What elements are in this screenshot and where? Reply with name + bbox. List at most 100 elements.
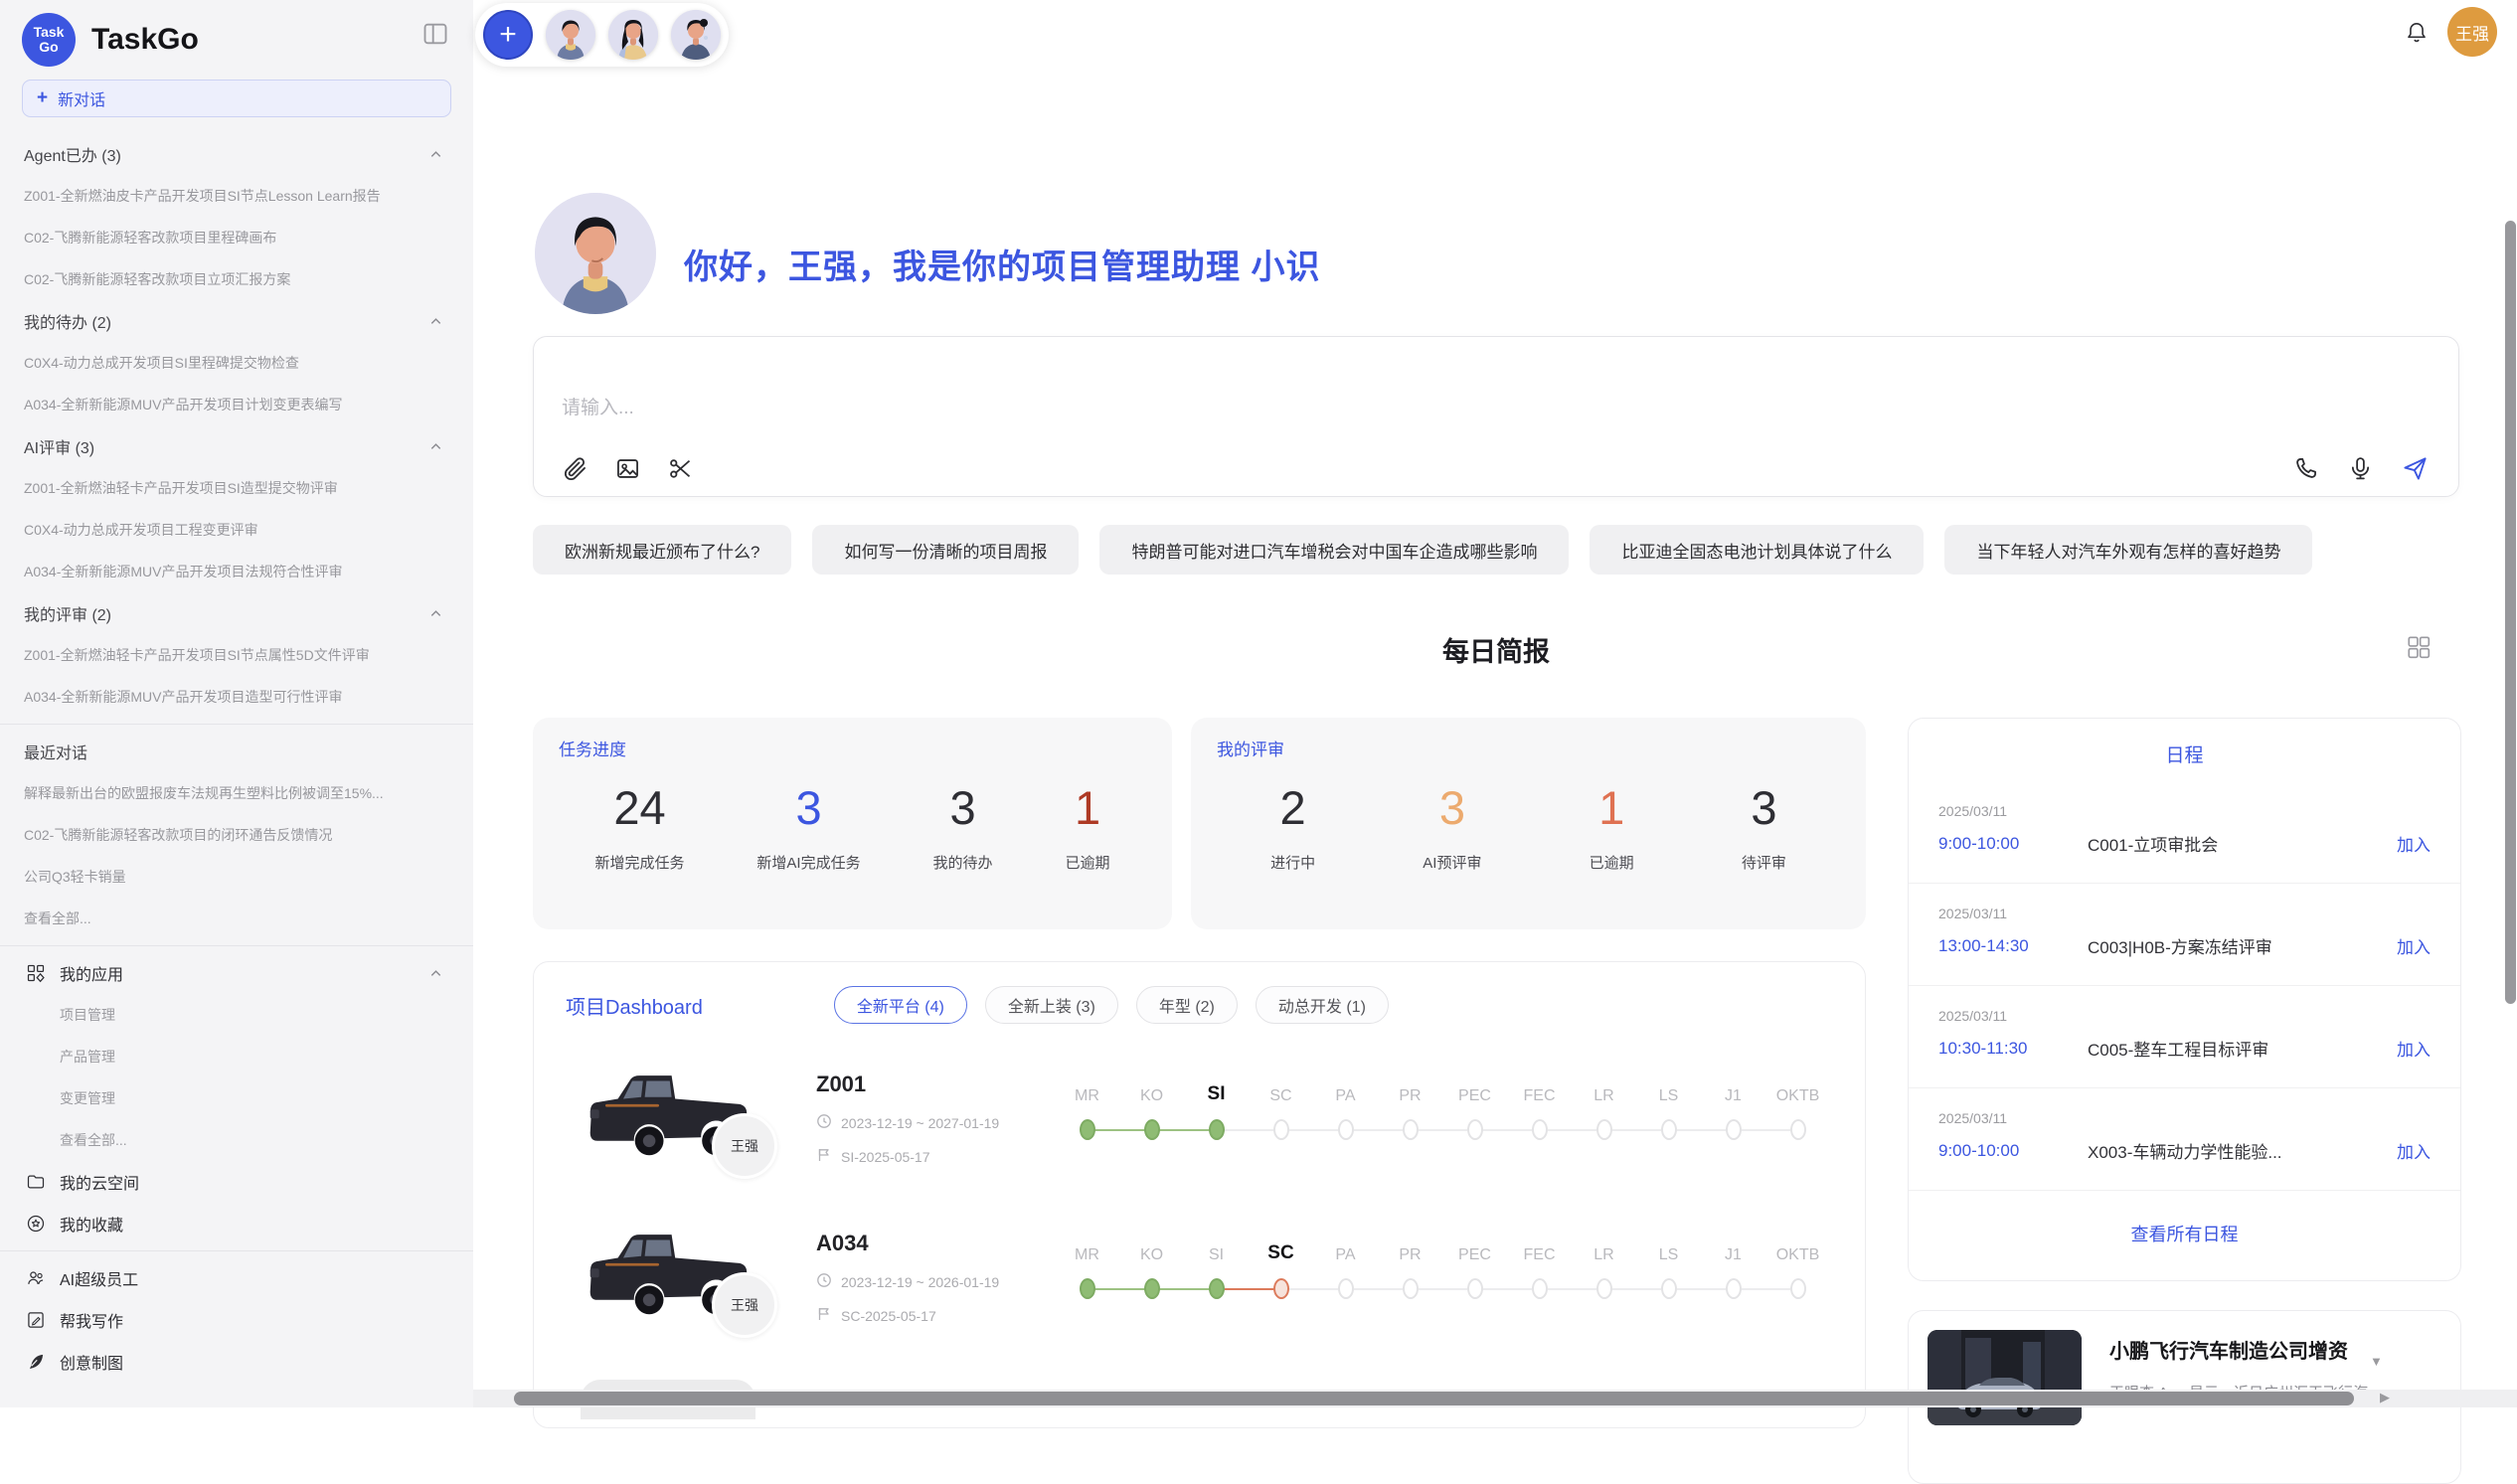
recent-chat-item[interactable]: C02-飞腾新能源轻客改款项目的闭环通告反馈情况	[0, 814, 473, 856]
sidebar-item[interactable]: A034-全新新能源MUV产品开发项目法规符合性评审	[0, 551, 473, 592]
milestone-dot[interactable]	[1209, 1119, 1225, 1140]
milestone-dot[interactable]	[1532, 1278, 1548, 1299]
scroll-down-arrow-icon[interactable]: ▼	[2370, 1354, 2383, 1369]
milestone-dot[interactable]	[1403, 1119, 1419, 1140]
sidebar-item[interactable]: C02-飞腾新能源轻客改款项目里程碑画布	[0, 217, 473, 258]
sidebar-item[interactable]: C02-飞腾新能源轻客改款项目立项汇报方案	[0, 258, 473, 300]
sidebar-tool-write[interactable]: 帮我写作	[0, 1299, 473, 1341]
add-agent-button[interactable]: +	[483, 10, 533, 60]
notification-bell-icon[interactable]	[2404, 20, 2430, 46]
my-review-card: 我的评审 2进行中3AI预评审1已逾期3待评审	[1191, 718, 1866, 929]
sidebar-item[interactable]: A034-全新新能源MUV产品开发项目计划变更表编写	[0, 384, 473, 425]
suggestion-chip[interactable]: 比亚迪全固态电池计划具体说了什么	[1590, 525, 1924, 575]
schedule-event-title: X003-车辆动力学性能验...	[2088, 1138, 2397, 1163]
milestone-dot[interactable]	[1596, 1278, 1612, 1299]
milestone-dot[interactable]	[1790, 1278, 1806, 1299]
sidebar-item-favorites[interactable]: 我的收藏	[0, 1203, 473, 1244]
dashboard-filter-pill[interactable]: 全新平台 (4)	[834, 986, 967, 1024]
suggestion-chip[interactable]: 当下年轻人对汽车外观有怎样的喜好趋势	[1944, 525, 2312, 575]
stat-item: 3待评审	[1742, 776, 1786, 873]
join-meeting-link[interactable]: 加入	[2397, 831, 2431, 856]
join-meeting-link[interactable]: 加入	[2397, 1036, 2431, 1061]
sidebar-item[interactable]: C0X4-动力总成开发项目工程变更评审	[0, 509, 473, 551]
stat-item: 3我的待办	[933, 776, 993, 873]
sidebar-tool-users[interactable]: AI超级员工	[0, 1257, 473, 1299]
suggestion-chip[interactable]: 特朗普可能对进口汽车增税会对中国车企造成哪些影响	[1099, 525, 1569, 575]
send-icon[interactable]	[2402, 455, 2429, 482]
agent-avatar-2[interactable]	[608, 10, 658, 60]
milestone-label: J1	[1701, 1087, 1765, 1105]
milestone-dot[interactable]	[1726, 1119, 1742, 1140]
layout-grid-icon[interactable]	[2406, 634, 2432, 660]
scroll-right-arrow-icon[interactable]: ▶	[2380, 1390, 2390, 1405]
sidebar-section-header[interactable]: 我的评审 (2)	[0, 592, 473, 634]
recent-chat-item[interactable]: 查看全部...	[0, 898, 473, 939]
sidebar-item[interactable]: Z001-全新燃油轻卡产品开发项目SI节点属性5D文件评审	[0, 634, 473, 676]
milestone-dot[interactable]	[1273, 1278, 1289, 1299]
recent-chat-item[interactable]: 公司Q3轻卡销量	[0, 856, 473, 898]
view-all-schedule-link[interactable]: 查看所有日程	[1909, 1221, 2460, 1246]
dashboard-filter-pill[interactable]: 年型 (2)	[1136, 986, 1238, 1024]
horizontal-scrollbar-thumb[interactable]	[514, 1392, 2354, 1405]
milestone-dot[interactable]	[1273, 1119, 1289, 1140]
milestone-label: SC	[1249, 1087, 1313, 1105]
milestone-dot[interactable]	[1467, 1119, 1483, 1140]
write-icon	[26, 1310, 46, 1330]
milestone-dot[interactable]	[1338, 1119, 1354, 1140]
sidebar-tool-quill[interactable]: 创意制图	[0, 1341, 473, 1383]
dashboard-filter-pill[interactable]: 全新上装 (3)	[985, 986, 1118, 1024]
recent-chat-item[interactable]: 解释最新出台的欧盟报废车法规再生塑料比例被调至15%...	[0, 772, 473, 814]
chat-composer[interactable]: 请输入...	[533, 336, 2459, 497]
scissors-icon[interactable]	[667, 455, 694, 482]
milestone-dot[interactable]	[1790, 1119, 1806, 1140]
milestone-dot[interactable]	[1338, 1278, 1354, 1299]
join-meeting-link[interactable]: 加入	[2397, 1138, 2431, 1163]
suggestion-chip[interactable]: 欧洲新规最近颁布了什么?	[533, 525, 791, 575]
image-icon[interactable]	[614, 455, 641, 482]
milestone-dot[interactable]	[1726, 1278, 1742, 1299]
new-chat-button[interactable]: + 新对话	[22, 80, 451, 117]
milestone-connector	[1411, 1129, 1475, 1131]
sidebar-header: Task Go TaskGo	[0, 0, 473, 70]
paperclip-icon[interactable]	[562, 455, 588, 482]
phone-icon[interactable]	[2292, 455, 2319, 482]
sidebar-section-header[interactable]: Agent已办 (3)	[0, 133, 473, 175]
sidebar-item-my-apps[interactable]: 我的应用	[0, 952, 473, 994]
sidebar-section-header[interactable]: 我的待办 (2)	[0, 300, 473, 342]
join-meeting-link[interactable]: 加入	[2397, 933, 2431, 958]
sidebar-item[interactable]: Z001-全新燃油轻卡产品开发项目SI造型提交物评审	[0, 467, 473, 509]
milestone-dot[interactable]	[1467, 1278, 1483, 1299]
milestone-dot[interactable]	[1080, 1278, 1095, 1299]
agent-avatar-3[interactable]	[671, 10, 721, 60]
dashboard-filter-pill[interactable]: 动总开发 (1)	[1256, 986, 1389, 1024]
milestone-dot[interactable]	[1403, 1278, 1419, 1299]
milestone-dot[interactable]	[1596, 1119, 1612, 1140]
recent-chats-title: 最近对话	[24, 740, 87, 763]
milestone-dot[interactable]	[1144, 1119, 1160, 1140]
sidebar-section-header[interactable]: AI评审 (3)	[0, 425, 473, 467]
chevron-up-icon	[428, 439, 443, 454]
sidebar-item[interactable]: Z001-全新燃油皮卡产品开发项目SI节点Lesson Learn报告	[0, 175, 473, 217]
sidebar-item-cloud-space[interactable]: 我的云空间	[0, 1161, 473, 1203]
milestone-dot[interactable]	[1209, 1278, 1225, 1299]
app-sub-item[interactable]: 查看全部...	[0, 1119, 473, 1161]
sidebar-item[interactable]: C0X4-动力总成开发项目SI里程碑提交物检查	[0, 342, 473, 384]
project-owner-badge: 王强	[712, 1272, 777, 1338]
milestone-dot[interactable]	[1661, 1119, 1677, 1140]
milestone-dot[interactable]	[1080, 1119, 1095, 1140]
agent-avatar-1[interactable]	[546, 10, 595, 60]
app-sub-item[interactable]: 变更管理	[0, 1077, 473, 1119]
milestone-dot[interactable]	[1532, 1119, 1548, 1140]
composer-actions	[2292, 455, 2429, 482]
app-sub-item[interactable]: 产品管理	[0, 1036, 473, 1077]
vertical-scrollbar-thumb[interactable]	[2505, 221, 2516, 1004]
app-sub-item[interactable]: 项目管理	[0, 994, 473, 1036]
sidebar-item[interactable]: A034-全新新能源MUV产品开发项目造型可行性评审	[0, 676, 473, 718]
sidebar-collapse-icon[interactable]	[421, 20, 449, 48]
suggestion-chip[interactable]: 如何写一份清晰的项目周报	[812, 525, 1079, 575]
stat-item: 1已逾期	[1066, 776, 1110, 873]
user-avatar[interactable]: 王强	[2447, 7, 2497, 57]
mic-icon[interactable]	[2347, 455, 2374, 482]
milestone-dot[interactable]	[1661, 1278, 1677, 1299]
milestone-dot[interactable]	[1144, 1278, 1160, 1299]
